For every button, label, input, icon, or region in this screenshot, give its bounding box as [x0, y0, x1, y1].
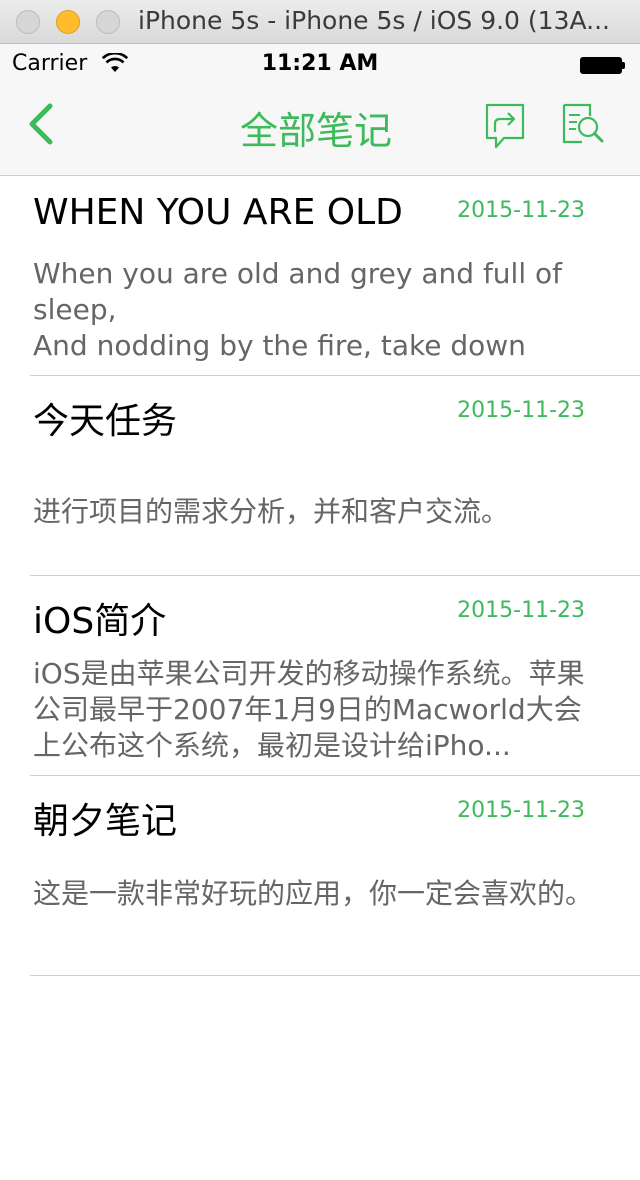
- note-date: 2015-11-23: [457, 398, 585, 423]
- note-cell[interactable]: WHEN YOU ARE OLD 2015-11-23 When you are…: [0, 176, 640, 376]
- note-title: 朝夕笔记: [33, 801, 178, 842]
- note-preview: 这是一款非常好玩的应用，你一定会喜欢的。: [33, 877, 594, 910]
- note-date: 2015-11-23: [457, 598, 585, 623]
- zoom-window-button[interactable]: [96, 10, 120, 34]
- note-cell[interactable]: iOS简介 2015-11-23 iOS是由苹果公司开发的移动操作系统。苹果公司…: [0, 576, 640, 776]
- note-preview: iOS是由苹果公司开发的移动操作系统。苹果公司最早于2007年1月9日的Macw…: [33, 657, 585, 762]
- status-time: 11:21 AM: [261, 51, 379, 76]
- note-date: 2015-11-23: [457, 798, 585, 823]
- navigation-bar: 全部笔记: [0, 84, 640, 176]
- notes-list: WHEN YOU ARE OLD 2015-11-23 When you are…: [0, 176, 640, 976]
- search-document-icon[interactable]: [560, 102, 606, 148]
- minimize-window-button[interactable]: [56, 10, 80, 34]
- close-window-button[interactable]: [16, 10, 40, 34]
- status-bar: Carrier 11:21 AM: [0, 44, 640, 84]
- note-preview: When you are old and grey and full of sl…: [33, 257, 562, 362]
- simulator-title-bar: iPhone 5s - iPhone 5s / iOS 9.0 (13A...: [0, 0, 640, 44]
- note-preview: 进行项目的需求分析，并和客户交流。: [33, 495, 510, 528]
- cell-divider: [30, 975, 640, 976]
- battery-tip: [622, 62, 625, 69]
- window-title: iPhone 5s - iPhone 5s / iOS 9.0 (13A...: [138, 6, 610, 35]
- share-icon[interactable]: [482, 102, 528, 152]
- note-cell[interactable]: 朝夕笔记 2015-11-23 这是一款非常好玩的应用，你一定会喜欢的。: [0, 776, 640, 976]
- note-date: 2015-11-23: [457, 198, 585, 223]
- page-title: 全部笔记: [239, 109, 392, 153]
- note-title: WHEN YOU ARE OLD: [33, 192, 403, 233]
- note-cell[interactable]: 今天任务 2015-11-23 进行项目的需求分析，并和客户交流。: [0, 376, 640, 576]
- note-title: 今天任务: [33, 401, 178, 442]
- note-title: iOS简介: [33, 601, 167, 642]
- battery-icon: [580, 57, 622, 74]
